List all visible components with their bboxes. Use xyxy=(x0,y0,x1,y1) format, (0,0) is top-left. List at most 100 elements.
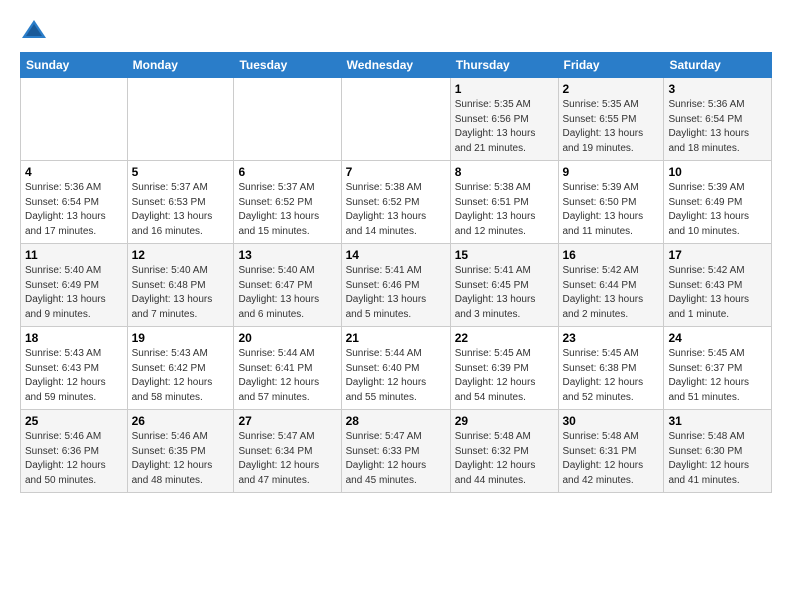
day-number: 22 xyxy=(455,331,554,345)
calendar-table: Sunday Monday Tuesday Wednesday Thursday… xyxy=(20,52,772,493)
day-number: 19 xyxy=(132,331,230,345)
day-number: 5 xyxy=(132,165,230,179)
page: Sunday Monday Tuesday Wednesday Thursday… xyxy=(0,0,792,503)
day-number: 6 xyxy=(238,165,336,179)
col-tuesday: Tuesday xyxy=(234,53,341,78)
day-number: 24 xyxy=(668,331,767,345)
day-number: 27 xyxy=(238,414,336,428)
day-info: Sunrise: 5:41 AM Sunset: 6:45 PM Dayligh… xyxy=(455,264,554,322)
logo-icon xyxy=(20,16,48,44)
day-number: 11 xyxy=(25,248,123,262)
day-number: 14 xyxy=(346,248,446,262)
calendar-cell: 23 Sunrise: 5:45 AM Sunset: 6:38 PM Dayli… xyxy=(558,327,664,410)
day-number: 30 xyxy=(563,414,660,428)
day-info: Sunrise: 5:41 AM Sunset: 6:46 PM Dayligh… xyxy=(346,264,446,322)
calendar-cell: 11 Sunrise: 5:40 AM Sunset: 6:49 PM Dayli… xyxy=(21,244,128,327)
col-friday: Friday xyxy=(558,53,664,78)
day-number: 28 xyxy=(346,414,446,428)
day-number: 4 xyxy=(25,165,123,179)
calendar-cell: 2 Sunrise: 5:35 AM Sunset: 6:55 PM Daylig… xyxy=(558,78,664,161)
day-number: 16 xyxy=(563,248,660,262)
day-number: 2 xyxy=(563,82,660,96)
day-info: Sunrise: 5:48 AM Sunset: 6:32 PM Dayligh… xyxy=(455,430,554,488)
calendar-cell: 29 Sunrise: 5:48 AM Sunset: 6:32 PM Dayli… xyxy=(450,410,558,493)
calendar-cell: 26Sunrise: 5:46 AM Sunset: 6:35 PM Dayli… xyxy=(127,410,234,493)
day-number: 12 xyxy=(132,248,230,262)
day-info: Sunrise: 5:46 AM Sunset: 6:36 PM Dayligh… xyxy=(25,430,123,488)
day-number: 29 xyxy=(455,414,554,428)
day-info: Sunrise: 5:42 AM Sunset: 6:43 PM Dayligh… xyxy=(668,264,767,322)
day-info: Sunrise: 5:47 AM Sunset: 6:33 PM Dayligh… xyxy=(346,430,446,488)
day-info: Sunrise: 5:39 AM Sunset: 6:49 PM Dayligh… xyxy=(668,181,767,239)
calendar-cell: 24 Sunrise: 5:45 AM Sunset: 6:37 PM Dayli… xyxy=(664,327,772,410)
calendar-body: 1 Sunrise: 5:35 AM Sunset: 6:56 PM Daylig… xyxy=(21,78,772,493)
calendar-cell: 19 Sunrise: 5:43 AM Sunset: 6:42 PM Dayli… xyxy=(127,327,234,410)
day-info: Sunrise: 5:39 AM Sunset: 6:50 PM Dayligh… xyxy=(563,181,660,239)
day-number: 18 xyxy=(25,331,123,345)
calendar-cell xyxy=(127,78,234,161)
calendar-cell: 17 Sunrise: 5:42 AM Sunset: 6:43 PM Dayli… xyxy=(664,244,772,327)
calendar-cell: 8Sunrise: 5:38 AM Sunset: 6:51 PM Daylig… xyxy=(450,161,558,244)
col-wednesday: Wednesday xyxy=(341,53,450,78)
day-info: Sunrise: 5:45 AM Sunset: 6:37 PM Dayligh… xyxy=(668,347,767,405)
day-number: 13 xyxy=(238,248,336,262)
calendar-cell: 18 Sunrise: 5:43 AM Sunset: 6:43 PM Dayli… xyxy=(21,327,128,410)
calendar-cell: 13 Sunrise: 5:40 AM Sunset: 6:47 PM Dayli… xyxy=(234,244,341,327)
day-info: Sunrise: 5:46 AM Sunset: 6:35 PM Dayligh… xyxy=(132,430,230,488)
day-info: Sunrise: 5:35 AM Sunset: 6:55 PM Dayligh… xyxy=(563,98,660,156)
calendar-week-4: 18 Sunrise: 5:43 AM Sunset: 6:43 PM Dayli… xyxy=(21,327,772,410)
calendar-cell: 31 Sunrise: 5:48 AM Sunset: 6:30 PM Dayli… xyxy=(664,410,772,493)
col-monday: Monday xyxy=(127,53,234,78)
day-info: Sunrise: 5:47 AM Sunset: 6:34 PM Dayligh… xyxy=(238,430,336,488)
day-info: Sunrise: 5:37 AM Sunset: 6:53 PM Dayligh… xyxy=(132,181,230,239)
col-sunday: Sunday xyxy=(21,53,128,78)
day-number: 31 xyxy=(668,414,767,428)
calendar-cell: 28 Sunrise: 5:47 AM Sunset: 6:33 PM Dayli… xyxy=(341,410,450,493)
day-info: Sunrise: 5:38 AM Sunset: 6:51 PM Dayligh… xyxy=(455,181,554,239)
day-info: Sunrise: 5:38 AM Sunset: 6:52 PM Dayligh… xyxy=(346,181,446,239)
calendar-cell: 22 Sunrise: 5:45 AM Sunset: 6:39 PM Dayli… xyxy=(450,327,558,410)
day-info: Sunrise: 5:40 AM Sunset: 6:47 PM Dayligh… xyxy=(238,264,336,322)
calendar-cell xyxy=(234,78,341,161)
calendar-cell xyxy=(341,78,450,161)
header xyxy=(20,16,772,44)
calendar-week-1: 1 Sunrise: 5:35 AM Sunset: 6:56 PM Daylig… xyxy=(21,78,772,161)
calendar-cell: 16Sunrise: 5:42 AM Sunset: 6:44 PM Dayli… xyxy=(558,244,664,327)
day-number: 23 xyxy=(563,331,660,345)
col-saturday: Saturday xyxy=(664,53,772,78)
day-number: 1 xyxy=(455,82,554,96)
calendar-cell xyxy=(21,78,128,161)
calendar-cell: 3 Sunrise: 5:36 AM Sunset: 6:54 PM Daylig… xyxy=(664,78,772,161)
day-info: Sunrise: 5:35 AM Sunset: 6:56 PM Dayligh… xyxy=(455,98,554,156)
day-info: Sunrise: 5:45 AM Sunset: 6:39 PM Dayligh… xyxy=(455,347,554,405)
calendar-week-5: 25 Sunrise: 5:46 AM Sunset: 6:36 PM Dayli… xyxy=(21,410,772,493)
calendar-cell: 7Sunrise: 5:38 AM Sunset: 6:52 PM Daylig… xyxy=(341,161,450,244)
day-number: 9 xyxy=(563,165,660,179)
day-number: 25 xyxy=(25,414,123,428)
calendar-cell: 4 Sunrise: 5:36 AM Sunset: 6:54 PM Daylig… xyxy=(21,161,128,244)
day-info: Sunrise: 5:48 AM Sunset: 6:30 PM Dayligh… xyxy=(668,430,767,488)
calendar-cell: 1 Sunrise: 5:35 AM Sunset: 6:56 PM Daylig… xyxy=(450,78,558,161)
day-number: 17 xyxy=(668,248,767,262)
day-info: Sunrise: 5:40 AM Sunset: 6:48 PM Dayligh… xyxy=(132,264,230,322)
header-row: Sunday Monday Tuesday Wednesday Thursday… xyxy=(21,53,772,78)
day-number: 21 xyxy=(346,331,446,345)
day-info: Sunrise: 5:43 AM Sunset: 6:43 PM Dayligh… xyxy=(25,347,123,405)
day-info: Sunrise: 5:36 AM Sunset: 6:54 PM Dayligh… xyxy=(668,98,767,156)
calendar-cell: 10 Sunrise: 5:39 AM Sunset: 6:49 PM Dayli… xyxy=(664,161,772,244)
day-info: Sunrise: 5:40 AM Sunset: 6:49 PM Dayligh… xyxy=(25,264,123,322)
day-info: Sunrise: 5:48 AM Sunset: 6:31 PM Dayligh… xyxy=(563,430,660,488)
day-number: 10 xyxy=(668,165,767,179)
day-info: Sunrise: 5:44 AM Sunset: 6:41 PM Dayligh… xyxy=(238,347,336,405)
calendar-cell: 12 Sunrise: 5:40 AM Sunset: 6:48 PM Dayli… xyxy=(127,244,234,327)
col-thursday: Thursday xyxy=(450,53,558,78)
day-number: 20 xyxy=(238,331,336,345)
day-info: Sunrise: 5:37 AM Sunset: 6:52 PM Dayligh… xyxy=(238,181,336,239)
day-number: 3 xyxy=(668,82,767,96)
calendar-cell: 30 Sunrise: 5:48 AM Sunset: 6:31 PM Dayli… xyxy=(558,410,664,493)
calendar-cell: 5 Sunrise: 5:37 AM Sunset: 6:53 PM Daylig… xyxy=(127,161,234,244)
day-info: Sunrise: 5:36 AM Sunset: 6:54 PM Dayligh… xyxy=(25,181,123,239)
day-number: 15 xyxy=(455,248,554,262)
day-info: Sunrise: 5:43 AM Sunset: 6:42 PM Dayligh… xyxy=(132,347,230,405)
day-info: Sunrise: 5:45 AM Sunset: 6:38 PM Dayligh… xyxy=(563,347,660,405)
